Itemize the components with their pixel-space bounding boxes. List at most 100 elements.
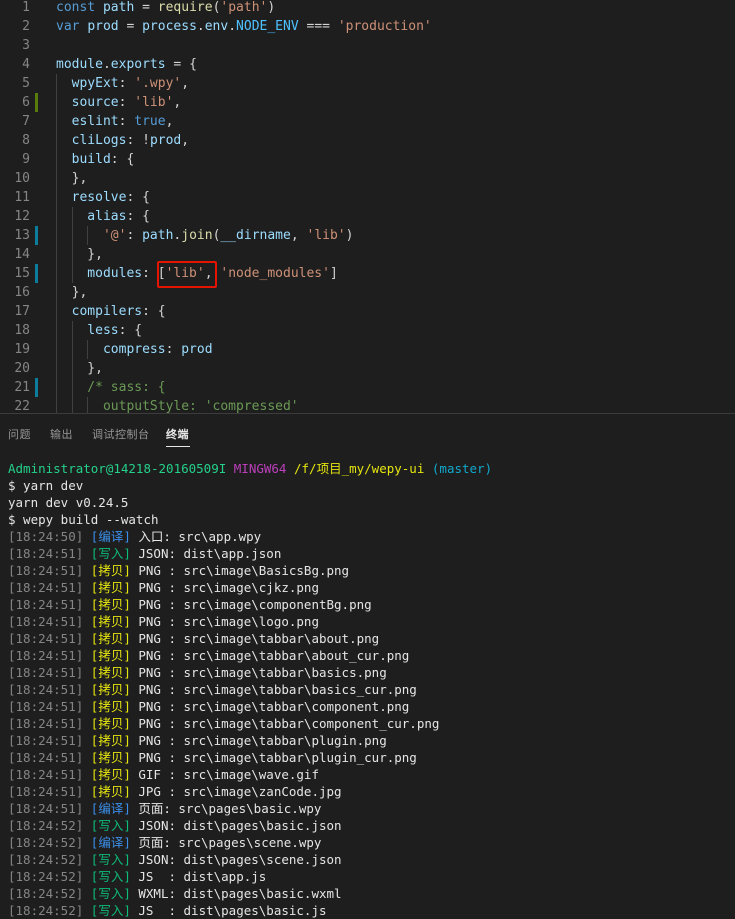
- log-line: [18:24:52] [写入] JS : dist\app.js: [8, 868, 266, 885]
- log-message: PNG : src\image\componentBg.png: [130, 597, 372, 612]
- code-line[interactable]: 2 var prod = process.env.NODE_ENV === 'pr…: [0, 17, 735, 36]
- code-token: exports: [110, 57, 166, 72]
- log-tag: [拷贝]: [83, 597, 131, 612]
- log-tag: [拷贝]: [83, 767, 131, 782]
- tab-terminal[interactable]: 终端: [166, 426, 189, 442]
- log-message: PNG : src\image\tabbar\component.png: [130, 699, 410, 714]
- log-tag: [拷贝]: [83, 631, 131, 646]
- code-token: prod: [149, 133, 182, 148]
- log-timestamp: [18:24:51]: [8, 767, 84, 782]
- line-number: 8: [22, 133, 30, 148]
- code-token: compress: [56, 342, 166, 357]
- code-text: less: {: [56, 321, 142, 340]
- code-line[interactable]: 12 alias: {: [0, 207, 735, 226]
- code-token: ,: [181, 133, 190, 148]
- code-token: =: [118, 19, 143, 34]
- code-line[interactable]: 8 cliLogs: !prod,: [0, 131, 735, 150]
- code-token: ,: [290, 228, 307, 243]
- code-token: less: [56, 323, 119, 338]
- code-line[interactable]: 18 less: {: [0, 321, 735, 340]
- code-text: outputStyle: 'compressed': [56, 397, 299, 413]
- log-tag: [拷贝]: [83, 733, 131, 748]
- code-token: path: [102, 0, 135, 15]
- log-line: [18:24:51] [拷贝] PNG : src\image\tabbar\p…: [8, 749, 417, 766]
- log-timestamp: [18:24:51]: [8, 665, 84, 680]
- tab-problems[interactable]: 问题: [8, 426, 31, 442]
- code-token: '@': [102, 228, 127, 243]
- tab-output[interactable]: 输出: [50, 426, 73, 442]
- log-tag: [拷贝]: [83, 699, 131, 714]
- log-message: PNG : src\image\cjkz.png: [130, 580, 319, 595]
- code-token: resolve: [56, 190, 127, 205]
- code-line[interactable]: 9 build: {: [0, 150, 735, 169]
- code-token: .: [196, 19, 205, 34]
- code-line[interactable]: 21 /* sass: {: [0, 378, 735, 397]
- log-line: [18:24:51] [拷贝] PNG : src\image\tabbar\p…: [8, 732, 387, 749]
- tab-debug-console[interactable]: 调试控制台: [92, 426, 150, 442]
- code-line[interactable]: 6 source: 'lib',: [0, 93, 735, 112]
- code-line[interactable]: 15 modules: ['lib', 'node_modules']: [0, 264, 735, 283]
- code-token: const: [56, 0, 103, 15]
- log-message: PNG : src\image\tabbar\about_cur.png: [130, 648, 410, 663]
- terminal-command: $ wepy build --watch: [8, 512, 159, 527]
- code-line[interactable]: 22 outputStyle: 'compressed': [0, 397, 735, 413]
- log-timestamp: [18:24:51]: [8, 750, 84, 765]
- log-message: PNG : src\image\tabbar\basics_cur.png: [130, 682, 417, 697]
- code-line[interactable]: 3: [0, 36, 735, 55]
- code-text: eslint: true,: [56, 112, 174, 131]
- log-timestamp: [18:24:52]: [8, 852, 84, 867]
- code-token: 'lib': [134, 95, 174, 110]
- code-token: :: [118, 114, 135, 129]
- log-tag: [写入]: [83, 903, 131, 918]
- prompt-user: Administrator@14218-20160509I: [8, 461, 227, 476]
- code-line[interactable]: 7 eslint: true,: [0, 112, 735, 131]
- code-line[interactable]: 11 resolve: {: [0, 188, 735, 207]
- line-number: 21: [14, 380, 30, 395]
- code-line[interactable]: 14 },: [0, 245, 735, 264]
- line-number: 4: [22, 57, 30, 72]
- code-line[interactable]: 4 module.exports = {: [0, 55, 735, 74]
- code-token: var: [56, 19, 88, 34]
- code-line[interactable]: 5 wpyExt: '.wpy',: [0, 74, 735, 93]
- log-tag: [写入]: [83, 886, 131, 901]
- code-editor[interactable]: 1 const path = require('path') 2 var prod =…: [0, 0, 735, 413]
- code-token: require: [157, 0, 213, 15]
- log-tag: [拷贝]: [83, 784, 131, 799]
- log-timestamp: [18:24:52]: [8, 835, 84, 850]
- code-token: module: [56, 57, 103, 72]
- log-line: [18:24:51] [拷贝] PNG : src\image\tabbar\a…: [8, 630, 379, 647]
- code-line[interactable]: 20 },: [0, 359, 735, 378]
- code-text: wpyExt: '.wpy',: [56, 74, 189, 93]
- code-line[interactable]: 19 compress: prod: [0, 340, 735, 359]
- code-line[interactable]: 16 },: [0, 283, 735, 302]
- log-tag: [写入]: [83, 818, 131, 833]
- code-token: path: [142, 228, 174, 243]
- code-line[interactable]: 17 compilers: {: [0, 302, 735, 321]
- line-number: 11: [14, 190, 30, 205]
- log-tag: [拷贝]: [83, 563, 131, 578]
- log-timestamp: [18:24:51]: [8, 614, 84, 629]
- code-token: __dirname: [220, 228, 291, 243]
- line-number: 1: [22, 0, 30, 15]
- code-token: : {: [126, 190, 150, 205]
- terminal-prompt: Administrator@14218-20160509I MINGW64 /f…: [8, 460, 492, 477]
- code-line[interactable]: 1 const path = require('path'): [0, 0, 735, 17]
- code-token: prod: [87, 19, 119, 34]
- annotation-highlight-box: [157, 261, 217, 288]
- log-tag: [编译]: [83, 801, 131, 816]
- log-message: JSON: dist\app.json: [130, 546, 282, 561]
- code-token: : {: [118, 323, 143, 338]
- code-text: },: [56, 245, 103, 264]
- log-timestamp: [18:24:51]: [8, 699, 84, 714]
- log-line: [18:24:51] [拷贝] PNG : src\image\cjkz.png: [8, 579, 319, 596]
- code-token: 'node_modules': [220, 266, 330, 281]
- prompt-branch: (master): [431, 461, 493, 476]
- code-token: .: [228, 19, 237, 34]
- code-token: :: [165, 342, 182, 357]
- line-number: 9: [22, 152, 30, 167]
- code-line[interactable]: 10 },: [0, 169, 735, 188]
- code-line[interactable]: 13 '@': path.join(__dirname, 'lib'): [0, 226, 735, 245]
- terminal[interactable]: Administrator@14218-20160509I MINGW64 /f…: [0, 452, 735, 919]
- code-token: .: [102, 57, 111, 72]
- log-message: PNG : src\image\logo.png: [130, 614, 319, 629]
